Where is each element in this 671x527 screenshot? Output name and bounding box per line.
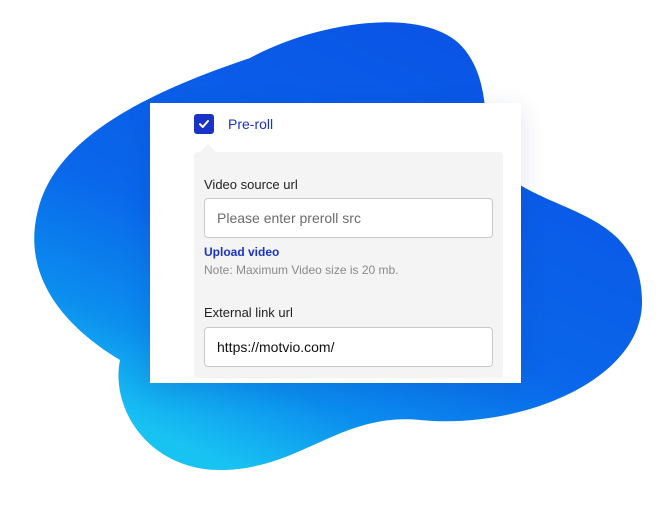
upload-video-link[interactable]: Upload video — [204, 245, 279, 259]
check-icon — [199, 120, 209, 128]
preroll-card: Pre-roll Video source url Upload video N… — [150, 103, 521, 383]
preroll-options-panel: Video source url Upload video Note: Maxi… — [194, 144, 503, 378]
external-link-label: External link url — [204, 305, 293, 320]
video-size-note: Note: Maximum Video size is 20 mb. — [204, 263, 399, 277]
video-source-input[interactable] — [204, 198, 493, 238]
video-source-label: Video source url — [204, 177, 298, 192]
preroll-checkbox[interactable] — [194, 114, 214, 134]
preroll-settings-illustration: Pre-roll Video source url Upload video N… — [0, 0, 671, 527]
preroll-toggle[interactable]: Pre-roll — [194, 113, 273, 135]
preroll-label[interactable]: Pre-roll — [228, 116, 273, 132]
panel-pointer — [200, 144, 216, 152]
external-link-input[interactable] — [204, 327, 493, 367]
